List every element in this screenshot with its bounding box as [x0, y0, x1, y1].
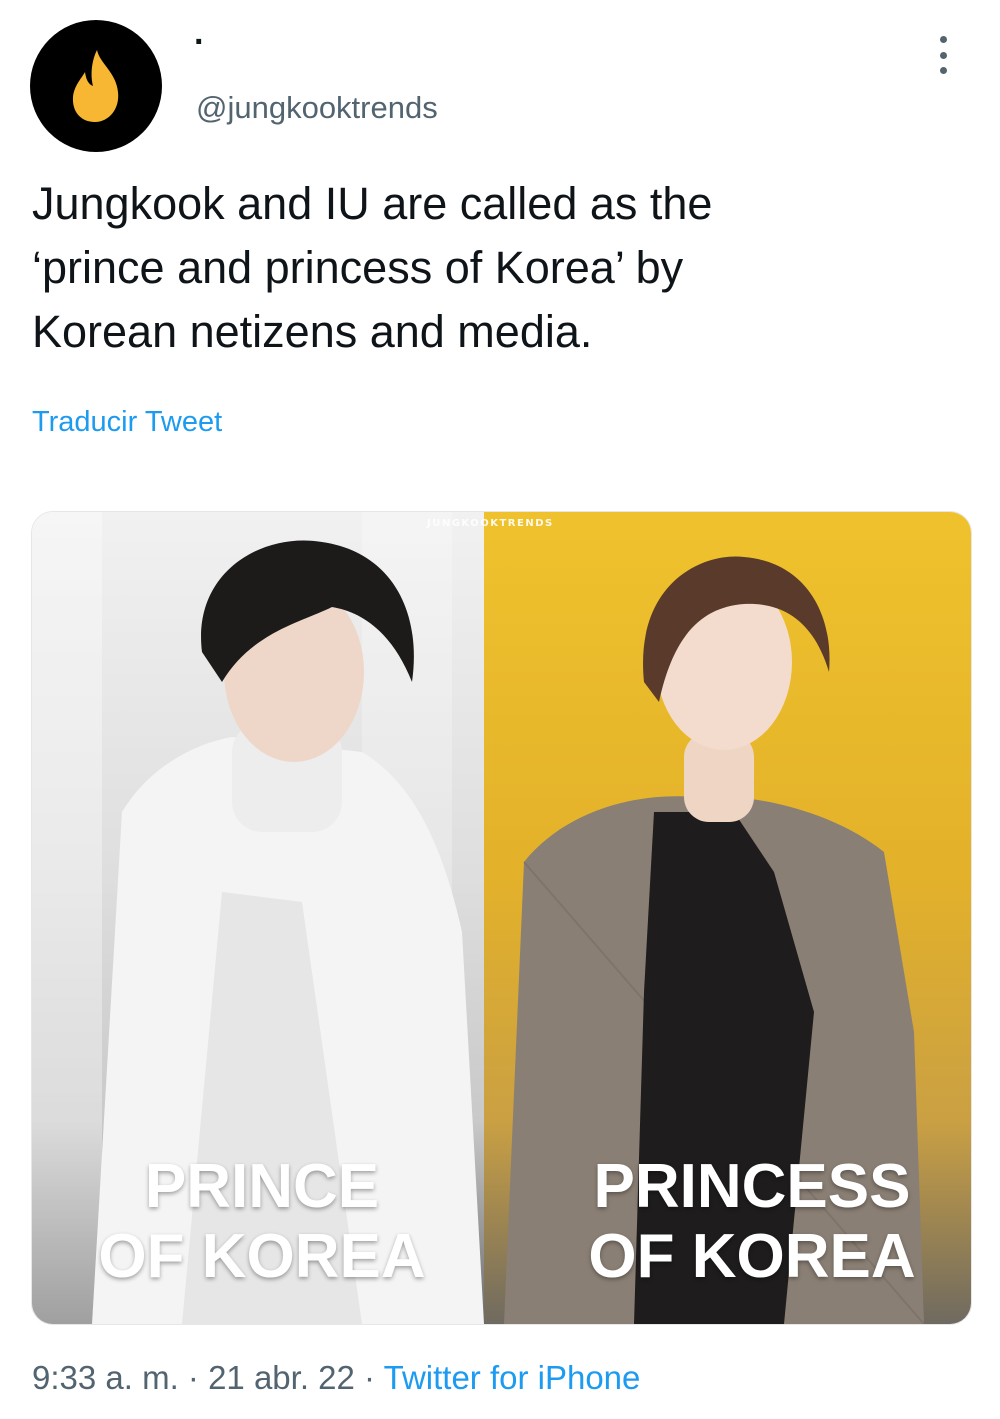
prince-caption-line-1: PRINCE: [144, 1152, 380, 1221]
prince-caption: PRINCE OF KOREA: [72, 1152, 452, 1292]
prince-caption-line-2: OF KOREA: [98, 1222, 426, 1291]
translate-tweet-link[interactable]: Traducir Tweet: [32, 402, 222, 442]
display-name[interactable]: ·: [194, 22, 205, 62]
tweet-time[interactable]: 9:33 a. m.: [32, 1359, 179, 1396]
meta-separator: ·: [178, 1359, 209, 1396]
princess-caption-line-1: PRINCESS: [593, 1152, 911, 1221]
tweet-text: Jungkook and IU are called as the ‘princ…: [32, 178, 713, 357]
tweet-metadata: 9:33 a. m. · 21 abr. 22 · Twitter for iP…: [32, 1356, 640, 1400]
username-handle[interactable]: @jungkooktrends: [196, 88, 438, 128]
tweet-media-image[interactable]: JUNGKOOKTRENDS PRINCE OF KOREA PRINCESS …: [31, 511, 972, 1325]
more-options-icon[interactable]: [930, 36, 956, 74]
tweet-header: · @jungkooktrends: [0, 0, 1000, 160]
image-watermark: JUNGKOOKTRENDS: [427, 518, 554, 529]
flame-icon: [72, 50, 119, 122]
tweet-source-link[interactable]: Twitter for iPhone: [384, 1359, 641, 1396]
meta-separator: ·: [354, 1359, 384, 1396]
avatar[interactable]: [30, 20, 162, 152]
princess-caption-line-2: OF KOREA: [588, 1222, 916, 1291]
tweet-date[interactable]: 21 abr. 22: [208, 1359, 355, 1396]
princess-caption: PRINCESS OF KOREA: [532, 1152, 971, 1292]
